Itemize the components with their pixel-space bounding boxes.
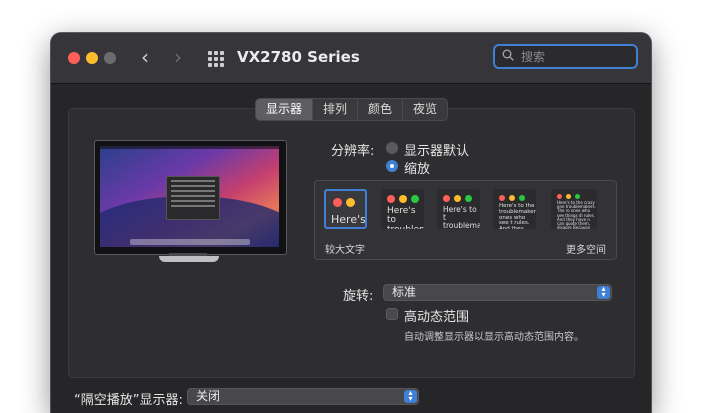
airplay-display-select[interactable]: 关闭 ▴ ▾ <box>187 388 419 405</box>
scale-option-4-text: Here's to the troublemakers, ones who se… <box>499 203 536 229</box>
scale-option-2[interactable]: Here's to troubleme <box>381 189 424 229</box>
resolution-default-label[interactable]: 显示器默认 <box>404 140 469 159</box>
airplay-display-value: 关闭 <box>196 389 221 403</box>
scaling-options: Here's Here's to troubleme Here's to t t… <box>314 180 617 260</box>
monitor-stand-base <box>159 256 219 262</box>
minimize-window-button[interactable] <box>86 52 98 64</box>
resolution-default-radio[interactable] <box>386 142 398 154</box>
airplay-display-label: “隔空播放”显示器: <box>74 393 183 408</box>
scale-option-1[interactable]: Here's <box>324 189 367 229</box>
monitor-wallpaper <box>100 146 279 247</box>
rotation-value: 标准 <box>392 285 417 299</box>
select-arrows-icon: ▴ ▾ <box>597 285 610 299</box>
monitor-preview-image <box>94 140 287 255</box>
larger-text-label: 较大文字 <box>325 245 365 256</box>
dock-preview <box>130 239 250 245</box>
back-button[interactable]: ‹ <box>141 46 149 68</box>
rotation-select[interactable]: 标准 ▴ ▾ <box>383 284 612 301</box>
rotation-label: 旋转: <box>343 289 374 304</box>
hdr-label[interactable]: 高动态范围 <box>404 306 469 325</box>
tab-night-shift[interactable]: 夜览 <box>403 99 447 120</box>
scale-option-5-text: Here's to the crazy one troublemakers. T… <box>557 200 596 229</box>
tab-color[interactable]: 颜色 <box>358 99 404 120</box>
tab-display[interactable]: 显示器 <box>256 99 314 120</box>
search-icon <box>502 49 514 61</box>
hdr-checkbox[interactable] <box>386 308 398 320</box>
resolution-label: 分辨率: <box>331 144 375 159</box>
hdr-hint: 自动调整显示器以显示高动态范围内容。 <box>404 332 584 343</box>
tab-arrangement[interactable]: 排列 <box>313 99 359 120</box>
zoom-window-button[interactable] <box>104 52 116 64</box>
scale-option-4[interactable]: Here's to the troublemakers, ones who se… <box>493 189 536 229</box>
search-input[interactable] <box>521 48 631 66</box>
resolution-scaled-label[interactable]: 缩放 <box>404 158 430 177</box>
scale-option-2-text: Here's to troubleme <box>387 206 424 229</box>
window-title: VX2780 Series <box>237 48 360 66</box>
tab-bar: 显示器 排列 颜色 夜览 <box>255 98 449 121</box>
search-field[interactable] <box>493 44 638 69</box>
show-all-grid-icon[interactable] <box>208 51 224 67</box>
title-bar: ‹ › VX2780 Series <box>51 33 651 84</box>
scale-option-3-text: Here's to t troublema ones who s <box>443 205 480 229</box>
resolution-scaled-radio[interactable] <box>386 160 398 172</box>
forward-button[interactable]: › <box>174 46 182 68</box>
scale-option-3[interactable]: Here's to t troublema ones who s <box>437 189 480 229</box>
more-space-label: 更多空间 <box>566 245 606 256</box>
select-arrows-icon: ▴ ▾ <box>404 389 417 403</box>
system-preferences-window: ‹ › VX2780 Series 显示器 排列 颜色 夜览 分辨率: 显 <box>51 33 651 413</box>
scale-option-1-text: Here's <box>331 213 366 226</box>
close-window-button[interactable] <box>68 52 80 64</box>
scale-option-5[interactable]: Here's to the crazy one troublemakers. T… <box>551 189 597 229</box>
